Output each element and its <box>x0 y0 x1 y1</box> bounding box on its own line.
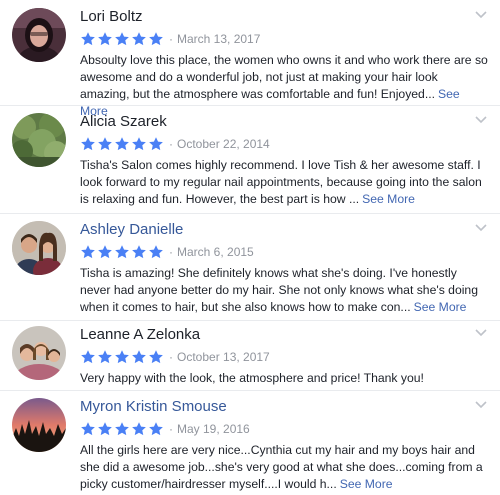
review-meta: · May 19, 2016 <box>80 420 250 438</box>
star-icon <box>132 245 146 259</box>
chevron-down-icon[interactable] <box>474 222 488 232</box>
reviewer-name[interactable]: Alicia Szarek <box>80 113 167 131</box>
separator-dot: · <box>169 422 173 436</box>
star-icon <box>132 422 146 436</box>
divider <box>0 105 500 106</box>
reviewer-avatar[interactable] <box>12 221 66 275</box>
star-rating <box>80 244 164 260</box>
star-rating <box>80 136 164 152</box>
star-icon <box>132 350 146 364</box>
review-item: Ashley Danielle · March 6, 2015 Tisha is… <box>0 216 500 319</box>
separator-dot: · <box>169 137 173 151</box>
review-item: Alicia Szarek · October 22, 2014 Tisha's… <box>0 108 500 211</box>
see-more-link[interactable]: See More <box>414 300 467 314</box>
star-icon <box>81 422 95 436</box>
review-text: Very happy with the look, the atmosphere… <box>80 370 490 387</box>
chevron-down-icon[interactable] <box>474 327 488 337</box>
review-item: Myron Kristin Smouse · May 19, 2016 All … <box>0 393 500 493</box>
star-icon <box>81 350 95 364</box>
reviewer-name[interactable]: Lori Boltz <box>80 8 143 26</box>
review-date[interactable]: October 22, 2014 <box>177 137 270 151</box>
review-date[interactable]: October 13, 2017 <box>177 350 270 364</box>
separator-dot: · <box>169 245 173 259</box>
reviewer-name[interactable]: Leanne A Zelonka <box>80 326 200 344</box>
chevron-down-icon[interactable] <box>474 399 488 409</box>
reviewer-avatar[interactable] <box>12 326 66 380</box>
reviewer-name[interactable]: Ashley Danielle <box>80 221 183 239</box>
review-item: Leanne A Zelonka · October 13, 2017 Very… <box>0 321 500 389</box>
profile-photo-icon <box>12 398 66 452</box>
review-date[interactable]: March 13, 2017 <box>177 32 260 46</box>
star-rating <box>80 349 164 365</box>
star-icon <box>81 245 95 259</box>
review-text: All the girls here are very nice...Cynth… <box>80 442 490 493</box>
star-icon <box>115 32 129 46</box>
star-icon <box>98 137 112 151</box>
separator-dot: · <box>169 32 173 46</box>
review-meta: · October 13, 2017 <box>80 348 270 366</box>
star-icon <box>132 32 146 46</box>
divider <box>0 390 500 391</box>
review-meta: · October 22, 2014 <box>80 135 270 153</box>
separator-dot: · <box>169 350 173 364</box>
see-more-link[interactable]: See More <box>340 477 393 491</box>
review-body: Very happy with the look, the atmosphere… <box>80 371 424 385</box>
chevron-down-icon[interactable] <box>474 9 488 19</box>
chevron-down-icon[interactable] <box>474 114 488 124</box>
review-item: Lori Boltz · March 13, 2017 Absoulty lov… <box>0 3 500 118</box>
review-body: Absoulty love this place, the women who … <box>80 53 488 101</box>
reviewer-avatar[interactable] <box>12 8 66 62</box>
review-meta: · March 13, 2017 <box>80 30 260 48</box>
star-icon <box>115 137 129 151</box>
star-icon <box>98 245 112 259</box>
profile-photo-icon <box>12 221 66 275</box>
review-text: Tisha's Salon comes highly recommend. I … <box>80 157 490 208</box>
reviewer-name[interactable]: Myron Kristin Smouse <box>80 398 227 416</box>
star-icon <box>149 32 163 46</box>
review-text: Tisha is amazing! She definitely knows w… <box>80 265 490 316</box>
reviews-list: Lori Boltz · March 13, 2017 Absoulty lov… <box>0 0 500 495</box>
star-icon <box>149 245 163 259</box>
star-icon <box>115 350 129 364</box>
profile-photo-icon <box>12 326 66 380</box>
review-date[interactable]: May 19, 2016 <box>177 422 250 436</box>
star-icon <box>98 350 112 364</box>
review-body: All the girls here are very nice...Cynth… <box>80 443 483 491</box>
reviewer-avatar[interactable] <box>12 113 66 167</box>
review-meta: · March 6, 2015 <box>80 243 254 261</box>
star-icon <box>81 137 95 151</box>
star-icon <box>98 32 112 46</box>
star-icon <box>149 137 163 151</box>
star-rating <box>80 421 164 437</box>
star-rating <box>80 31 164 47</box>
star-icon <box>149 350 163 364</box>
star-icon <box>81 32 95 46</box>
star-icon <box>149 422 163 436</box>
review-date[interactable]: March 6, 2015 <box>177 245 254 259</box>
profile-photo-icon <box>12 113 66 167</box>
star-icon <box>115 422 129 436</box>
profile-photo-icon <box>12 8 66 62</box>
star-icon <box>115 245 129 259</box>
divider <box>0 213 500 214</box>
star-icon <box>98 422 112 436</box>
star-icon <box>132 137 146 151</box>
review-body: Tisha's Salon comes highly recommend. I … <box>80 158 482 206</box>
see-more-link[interactable]: See More <box>362 192 415 206</box>
reviewer-avatar[interactable] <box>12 398 66 452</box>
